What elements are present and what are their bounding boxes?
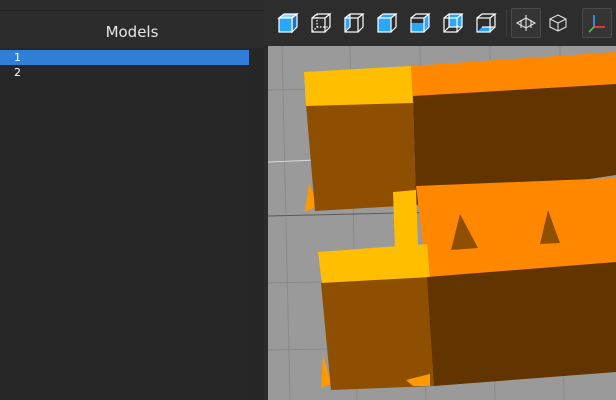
viewport-scene (268, 46, 616, 400)
cube-right-face-icon (410, 13, 431, 33)
models-panel-header: Models (0, 10, 264, 47)
model-list-item-2[interactable]: 2 (0, 65, 249, 80)
view-front-button[interactable] (273, 8, 303, 38)
panel-splitter[interactable] (249, 48, 264, 400)
cube-solid-front-icon (277, 12, 299, 34)
perspective-view-icon (515, 15, 537, 31)
cube-back-face-icon (443, 13, 464, 33)
models-panel-title: Models (105, 23, 159, 41)
view-wireframe-button[interactable] (306, 8, 336, 38)
view-left-button[interactable] (339, 8, 369, 38)
view-back-button[interactable] (438, 8, 468, 38)
view-right-button[interactable] (405, 8, 435, 38)
model-list-item-1[interactable]: 1 (0, 50, 249, 65)
axes-icon (588, 15, 605, 33)
model-list[interactable]: 1 2 (0, 48, 249, 400)
cube-top-face-icon (377, 13, 398, 33)
orthographic-view-icon (549, 14, 567, 32)
orthographic-view-button[interactable] (543, 8, 573, 38)
axes-button[interactable] (582, 8, 612, 38)
cube-wireframe-icon (311, 13, 332, 33)
models-panel: Models 1 2 (0, 0, 264, 400)
cube-left-face-icon (344, 13, 365, 33)
view-top-button[interactable] (372, 8, 402, 38)
view-toolbar (264, 0, 616, 47)
view-bottom-button[interactable] (471, 8, 501, 38)
3d-viewport[interactable] (268, 46, 616, 400)
toolbar-separator (506, 10, 507, 36)
perspective-view-button[interactable] (511, 8, 541, 38)
cube-bottom-face-icon (476, 13, 497, 33)
